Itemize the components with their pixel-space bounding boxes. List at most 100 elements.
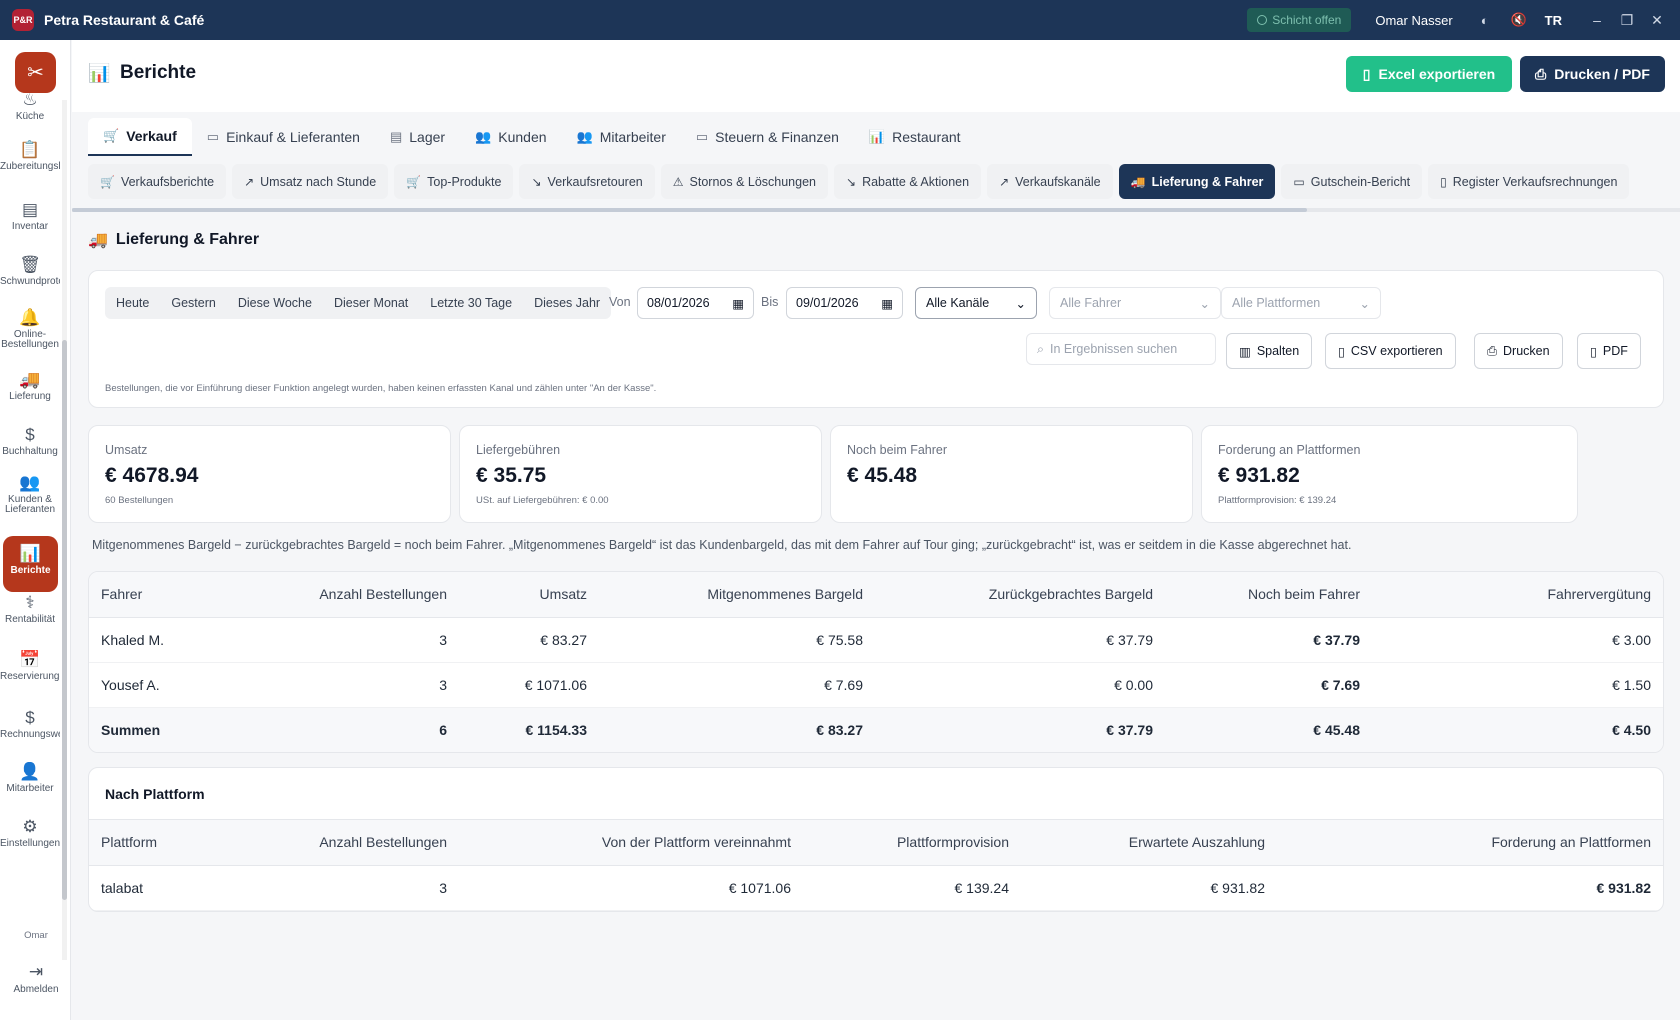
sidebar-item-online-bestellungen[interactable]: 🔔 Online- Bestellungen — [0, 308, 60, 350]
column-header[interactable]: Anzahl Bestellungen — [279, 572, 459, 618]
kpi-subtext: USt. auf Liefergebühren: € 0.00 — [476, 495, 609, 506]
quick-range-2[interactable]: Diese Woche — [227, 296, 323, 310]
table-cell: € 83.27 — [459, 617, 599, 663]
sidebar-item-label: Mitarbeiter — [6, 783, 54, 794]
tab-kunden[interactable]: 👥 Kunden — [460, 118, 561, 156]
sidebar-item-lieferung[interactable]: 🚚 Lieferung — [0, 370, 60, 402]
subtab-icon: ▯ — [1440, 174, 1447, 189]
language-toggle[interactable]: TR — [1545, 13, 1562, 28]
tab-restaurant[interactable]: 📊 Restaurant — [854, 118, 976, 156]
column-header[interactable]: Von der Plattform vereinnahmt — [459, 820, 803, 866]
columns-label: Spalten — [1256, 344, 1300, 358]
csv-export-button[interactable]: ▯ CSV exportieren — [1325, 333, 1456, 369]
subtab-top-produkte[interactable]: 🛒 Top-Produkte — [394, 164, 514, 199]
subtab-gutschein-bericht[interactable]: ▭ Gutschein-Bericht — [1281, 164, 1423, 199]
print-pdf-button[interactable]: ⎙ Drucken / PDF — [1520, 56, 1665, 92]
column-header[interactable]: Zurückgebrachtes Bargeld — [875, 572, 1165, 618]
minimize-icon[interactable]: – — [1590, 12, 1604, 28]
from-date-input[interactable]: 08/01/2026 ▦ — [637, 287, 754, 319]
sidebar-item-schwundprotokoll[interactable]: 🗑 Schwundprotokoll — [0, 255, 60, 287]
quick-range-4[interactable]: Letzte 30 Tage — [419, 296, 523, 310]
sidebar-item-zubereitungsliste[interactable]: 📋 Zubereitungsliste — [0, 140, 60, 172]
page-header: 📊 Berichte ▯ Excel exportieren ⎙ Drucken /… — [72, 40, 1680, 112]
column-header[interactable]: Forderung an Plattformen — [1277, 820, 1663, 866]
sidebar-item-buchhaltung[interactable]: $ Buchhaltung — [0, 425, 60, 457]
logout-button[interactable]: ⇥ Abmelden — [6, 962, 66, 995]
channel-select[interactable]: Alle Kanäle ⌄ — [915, 287, 1037, 319]
subtab-verkaufsretouren[interactable]: ↘ Verkaufsretouren — [519, 164, 655, 199]
pdf-button[interactable]: ▯ PDF — [1577, 333, 1641, 369]
sidebar-item-mitarbeiter[interactable]: 👤 Mitarbeiter — [0, 762, 60, 794]
restaurant-logo-icon[interactable]: ✂ — [15, 52, 56, 93]
column-header[interactable]: Fahrer — [89, 572, 279, 618]
sidebar-item-label: Rentabilität — [4, 614, 56, 625]
column-header[interactable]: Plattform — [89, 820, 279, 866]
subtab-rabatte-aktionen[interactable]: ↘ Rabatte & Aktionen — [834, 164, 982, 199]
subtabs-scroll-thumb[interactable] — [72, 208, 1307, 212]
column-header[interactable]: Anzahl Bestellungen — [279, 820, 459, 866]
restore-icon[interactable]: ❐ — [1620, 12, 1634, 29]
table-row[interactable]: Yousef A. 3 € 1071.06 € 7.69 € 0.00 € 7.69 € 1… — [89, 662, 1663, 708]
results-search-input[interactable]: ⌕ In Ergebnissen suchen — [1026, 333, 1216, 365]
sidebar-item-einstellungen[interactable]: ⚙ Einstellungen — [0, 817, 60, 849]
export-excel-button[interactable]: ▯ Excel exportieren — [1346, 56, 1512, 92]
calendar-icon: ▦ — [732, 296, 744, 311]
quick-range-1[interactable]: Gestern — [160, 296, 226, 310]
columns-button[interactable]: ▥ Spalten — [1226, 333, 1313, 369]
sidebar-item-küche[interactable]: ♨ Küche — [0, 90, 60, 122]
kpi-label: Umsatz — [105, 443, 148, 457]
sidebar-item-rentabilität[interactable]: ⚕ Rentabilität — [0, 593, 60, 625]
subtab-label: Verkaufsberichte — [120, 174, 215, 189]
close-icon[interactable]: ✕ — [1650, 12, 1664, 29]
title-bar: P&R Petra Restaurant & Café Schicht offe… — [0, 0, 1680, 40]
table-row[interactable]: Khaled M. 3 € 83.27 € 75.58 € 37.79 € 37.79 € … — [89, 617, 1663, 663]
quick-range-3[interactable]: Dieser Monat — [323, 296, 419, 310]
app-title: Petra Restaurant & Café — [44, 12, 205, 28]
subtab-stornos-löschungen[interactable]: ⚠ Stornos & Löschungen — [660, 164, 828, 199]
sidebar-scroll-thumb[interactable] — [62, 340, 67, 900]
column-header[interactable]: Plattformprovision — [803, 820, 1021, 866]
tab-lager[interactable]: ▤ Lager — [375, 118, 460, 156]
column-header[interactable]: Fahrervergütung — [1372, 572, 1663, 618]
driver-select[interactable]: Alle Fahrer ⌄ — [1049, 287, 1221, 319]
kpi-label: Forderung an Plattformen — [1218, 443, 1361, 457]
sidebar-item-kunden-lieferanten[interactable]: 👥 Kunden & Lieferanten — [0, 473, 60, 515]
shift-status-badge[interactable]: Schicht offen — [1247, 8, 1352, 32]
column-header[interactable]: Umsatz — [459, 572, 599, 618]
quick-range-0[interactable]: Heute — [105, 296, 160, 310]
subtab-lieferung-fahrer[interactable]: 🚚 Lieferung & Fahrer — [1118, 164, 1276, 199]
tab-einkauf-lieferanten[interactable]: ▭ Einkauf & Lieferanten — [192, 118, 375, 156]
sidebar-item-reservierungen[interactable]: 📅 Reservierungen — [0, 650, 60, 682]
user-name[interactable]: Omar Nasser — [1375, 13, 1452, 28]
subtab-umsatz-nach-stunde[interactable]: ↗ Umsatz nach Stunde — [232, 164, 389, 199]
column-header[interactable]: Noch beim Fahrer — [1165, 572, 1372, 618]
tab-mitarbeiter[interactable]: 👥 Mitarbeiter — [562, 118, 681, 156]
export-excel-label: Excel exportieren — [1378, 66, 1496, 82]
sidebar: ✂ ♨ Küche 📋 Zubereitungsliste ▤ Inventar 🗑 Schw… — [0, 40, 71, 1020]
column-header[interactable]: Mitgenommenes Bargeld — [599, 572, 875, 618]
column-header[interactable]: Erwartete Auszahlung — [1021, 820, 1277, 866]
to-date-input[interactable]: 09/01/2026 ▦ — [786, 287, 903, 319]
kpi-card: Noch beim Fahrer € 45.48 — [830, 425, 1193, 523]
tab-steuern-finanzen[interactable]: ▭ Steuern & Finanzen — [681, 118, 854, 156]
table-cell: € 1.50 — [1372, 662, 1663, 708]
sidebar-item-rechnungswesen[interactable]: $ Rechnungswesen — [0, 708, 60, 740]
pdf-label: PDF — [1602, 344, 1628, 358]
sidebar-item-label: Online- Bestellungen — [1, 329, 59, 350]
tab-verkauf[interactable]: 🛒 Verkauf — [88, 118, 192, 156]
palette-icon[interactable]: ◐ — [1477, 12, 1493, 28]
quick-range-5[interactable]: Dieses Jahr — [523, 296, 611, 310]
subtabs-scrollbar[interactable] — [72, 208, 1680, 212]
mute-icon[interactable]: 🔇 — [1511, 12, 1527, 28]
platform-select[interactable]: Alle Plattformen ⌄ — [1221, 287, 1381, 319]
subtab-icon: ↗ — [244, 174, 255, 189]
print-button[interactable]: ⎙ Drucken — [1474, 333, 1563, 369]
totals-cell: € 45.48 — [1165, 707, 1372, 752]
sidebar-item-berichte[interactable]: 📊 Berichte — [3, 536, 58, 592]
subtab-icon: ⚠ — [672, 174, 684, 189]
subtab-verkaufsberichte[interactable]: 🛒 Verkaufsberichte — [88, 164, 227, 199]
subtab-verkaufskanäle[interactable]: ↗ Verkaufskanäle — [987, 164, 1113, 199]
sidebar-item-inventar[interactable]: ▤ Inventar — [0, 200, 60, 232]
subtab-register-verkaufsrechnungen[interactable]: ▯ Register Verkaufsrechnungen — [1428, 164, 1630, 199]
table-row[interactable]: talabat 3 € 1071.06 € 139.24 € 931.82 € 931.8… — [89, 865, 1663, 911]
